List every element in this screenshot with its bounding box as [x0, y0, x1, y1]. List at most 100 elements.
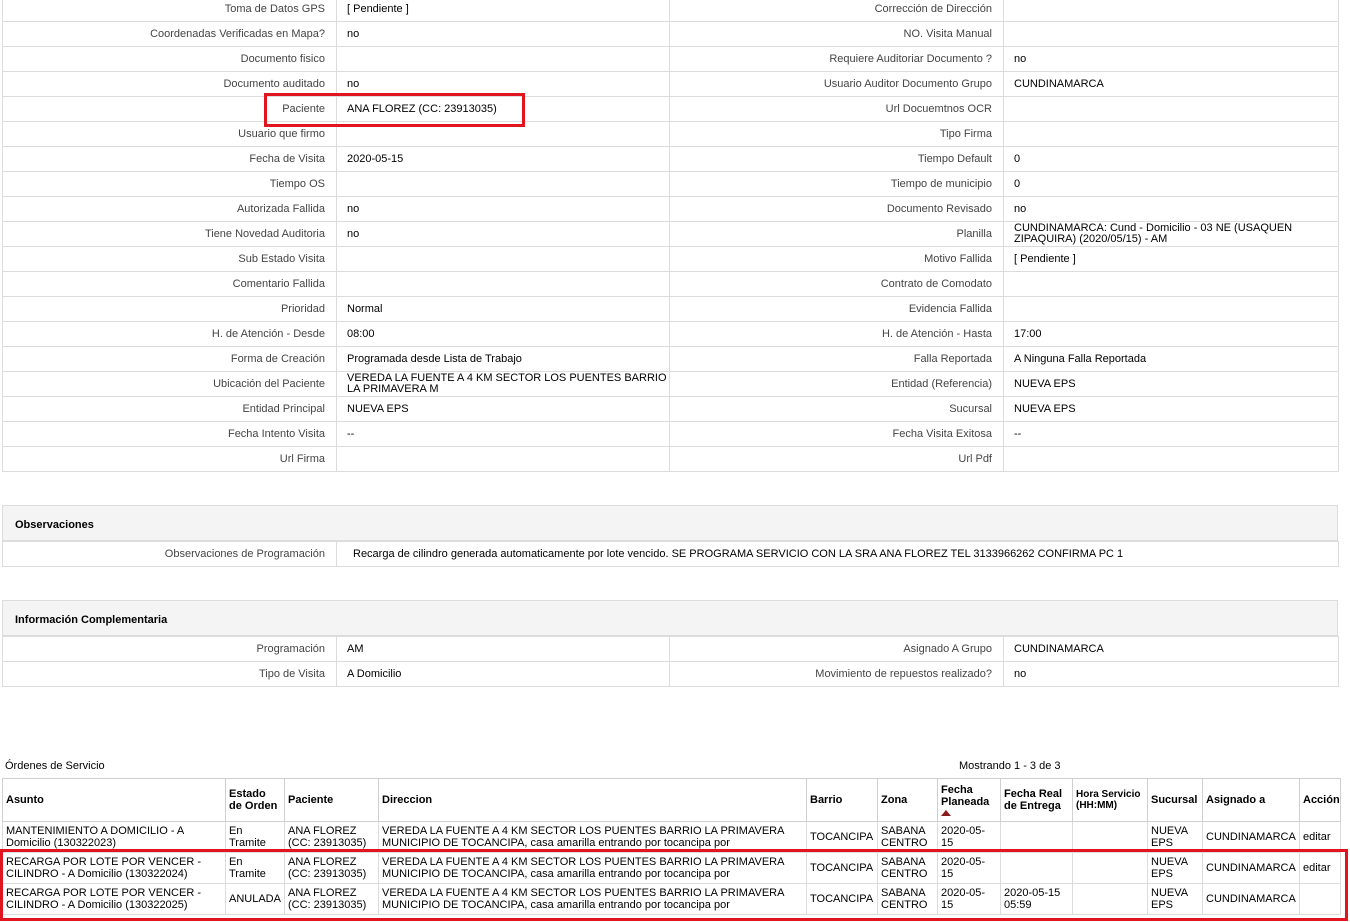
- orders-title: Órdenes de Servicio: [5, 760, 105, 772]
- field-label: Coordenadas Verificadas en Mapa?: [2, 21, 337, 47]
- detail-row: Url Firma Url Pdf: [2, 446, 1339, 472]
- field-value: [336, 171, 670, 197]
- field-value: [1003, 21, 1339, 47]
- field-label: Evidencia Fallida: [669, 296, 1004, 322]
- field-label: Comentario Fallida: [2, 271, 337, 297]
- field-label: NO. Visita Manual: [669, 21, 1004, 47]
- observaciones-row: Observaciones de Programación Recarga de…: [2, 541, 1339, 567]
- field-label: Planilla: [669, 221, 1004, 247]
- col-fecha-planeada[interactable]: Fecha Planeada: [937, 778, 1001, 822]
- col-asignado[interactable]: Asignado a: [1202, 778, 1300, 822]
- field-label: Tiene Novedad Auditoria: [2, 221, 337, 247]
- field-value: CUNDINAMARCA: Cund - Domicilio - 03 NE (…: [1003, 221, 1339, 247]
- orders-count: Mostrando 1 - 3 de 3: [959, 760, 1061, 772]
- field-label: Url Firma: [2, 446, 337, 472]
- col-estado[interactable]: Estado de Orden: [225, 778, 285, 822]
- sort-asc-icon: [941, 810, 951, 816]
- col-asunto[interactable]: Asunto: [2, 778, 226, 822]
- detail-row: Paciente ANA FLOREZ (CC: 23913035) Url Doc…: [2, 96, 1339, 122]
- field-label: Toma de Datos GPS: [2, 0, 337, 22]
- order-asunto: MANTENIMIENTO A DOMICILIO - A Domicilio …: [2, 821, 226, 853]
- field-label: Documento Revisado: [669, 196, 1004, 222]
- order-row[interactable]: MANTENIMIENTO A DOMICILIO - A Domicilio …: [2, 821, 1341, 853]
- field-label: Usuario Auditor Documento Grupo: [669, 71, 1004, 97]
- detail-row: Usuario que firmo Tipo Firma: [2, 121, 1339, 147]
- field-value: [ Pendiente ]: [1003, 246, 1339, 272]
- detail-row: Prioridad Normal Evidencia Fallida: [2, 296, 1339, 322]
- col-barrio[interactable]: Barrio: [806, 778, 878, 822]
- detail-row: Toma de Datos GPS[ Pendiente ] Corrección…: [2, 0, 1339, 22]
- field-label: Fecha Visita Exitosa: [669, 421, 1004, 447]
- field-value: no: [336, 221, 670, 247]
- detail-row: Autorizada Fallida no Documento Revisado no: [2, 196, 1339, 222]
- observaciones-title: Observaciones: [15, 519, 94, 531]
- field-label: Contrato de Comodato: [669, 271, 1004, 297]
- col-hora[interactable]: Hora Servicio (HH:MM): [1072, 778, 1148, 822]
- observaciones-value: Recarga de cilindro generada automaticam…: [336, 541, 1339, 567]
- detail-row: Fecha de Visita 2020-05-15 Tiempo Default 0: [2, 146, 1339, 172]
- field-value: 2020-05-15: [336, 146, 670, 172]
- field-label: Entidad (Referencia): [669, 371, 1004, 397]
- field-value: A Domicilio: [336, 661, 670, 687]
- detail-row: Ubicación del Paciente VEREDA LA FUENTE A…: [2, 371, 1339, 397]
- field-value: CUNDINAMARCA: [1003, 71, 1339, 97]
- detail-row: Comentario Fallida Contrato de Comodato: [2, 271, 1339, 297]
- col-sucursal[interactable]: Sucursal: [1147, 778, 1203, 822]
- field-label: Sub Estado Visita: [2, 246, 337, 272]
- detail-row: Sub Estado Visita Motivo Fallida[ Pendien…: [2, 246, 1339, 272]
- col-paciente[interactable]: Paciente: [284, 778, 379, 822]
- detail-row: H. de Atención - Desde 08:00 H. de Atenció…: [2, 321, 1339, 347]
- observaciones-label: Observaciones de Programación: [2, 541, 337, 567]
- field-label: Tipo Firma: [669, 121, 1004, 147]
- order-zona: SABANA CENTRO: [877, 821, 938, 853]
- orders-highlight-box: [0, 849, 1348, 921]
- patient-highlight-box: [264, 93, 525, 127]
- field-value: no: [336, 196, 670, 222]
- field-value: --: [1003, 421, 1339, 447]
- order-paciente: ANA FLOREZ (CC: 23913035): [284, 821, 379, 853]
- col-fecha-real[interactable]: Fecha Real de Entrega: [1000, 778, 1073, 822]
- visit-detail-table: Toma de Datos GPS[ Pendiente ] Corrección…: [2, 0, 1339, 472]
- detail-row: Coordenadas Verificadas en Mapa? no NO. Vi…: [2, 21, 1339, 47]
- order-estado: En Tramite: [225, 821, 285, 853]
- field-value: VEREDA LA FUENTE A 4 KM SECTOR LOS PUENT…: [336, 371, 670, 397]
- field-value: AM: [336, 636, 670, 662]
- field-value: --: [336, 421, 670, 447]
- field-value: [1003, 0, 1339, 22]
- field-label: Asignado A Grupo: [669, 636, 1004, 662]
- field-label: Tiempo Default: [669, 146, 1004, 172]
- field-value: no: [336, 21, 670, 47]
- field-value: 17:00: [1003, 321, 1339, 347]
- field-value: [336, 246, 670, 272]
- observaciones-header: Observaciones: [2, 505, 1338, 541]
- detail-row: Fecha Intento Visita -- Fecha Visita Exito…: [2, 421, 1339, 447]
- complementaria-row: Tipo de Visita A Domicilio Movimiento de r…: [2, 661, 1339, 687]
- order-hora: [1072, 821, 1148, 853]
- observaciones-table: Observaciones de Programación Recarga de…: [2, 541, 1339, 567]
- field-value: [1003, 121, 1339, 147]
- order-barrio: TOCANCIPA: [806, 821, 878, 853]
- field-value: 08:00: [336, 321, 670, 347]
- field-value: Normal: [336, 296, 670, 322]
- field-label: Entidad Principal: [2, 396, 337, 422]
- field-value: [336, 446, 670, 472]
- field-label: Ubicación del Paciente: [2, 371, 337, 397]
- order-accion-link[interactable]: editar: [1299, 821, 1341, 853]
- field-label: Tiempo OS: [2, 171, 337, 197]
- complementaria-header: Información Complementaria: [2, 600, 1338, 636]
- field-value: [1003, 96, 1339, 122]
- col-zona[interactable]: Zona: [877, 778, 938, 822]
- field-label: Corrección de Dirección: [669, 0, 1004, 22]
- col-direccion[interactable]: Direccion: [378, 778, 807, 822]
- field-value: [336, 46, 670, 72]
- field-label: Requiere Auditoriar Documento ?: [669, 46, 1004, 72]
- detail-row: Entidad Principal NUEVA EPS Sucursal NUEVA …: [2, 396, 1339, 422]
- field-value: [ Pendiente ]: [336, 0, 670, 22]
- field-label: Fecha Intento Visita: [2, 421, 337, 447]
- field-label: Url Pdf: [669, 446, 1004, 472]
- field-label: Prioridad: [2, 296, 337, 322]
- field-label: Documento fisico: [2, 46, 337, 72]
- field-value: [1003, 296, 1339, 322]
- detail-row: Forma de Creación Programada desde Lista …: [2, 346, 1339, 372]
- field-value: NUEVA EPS: [1003, 396, 1339, 422]
